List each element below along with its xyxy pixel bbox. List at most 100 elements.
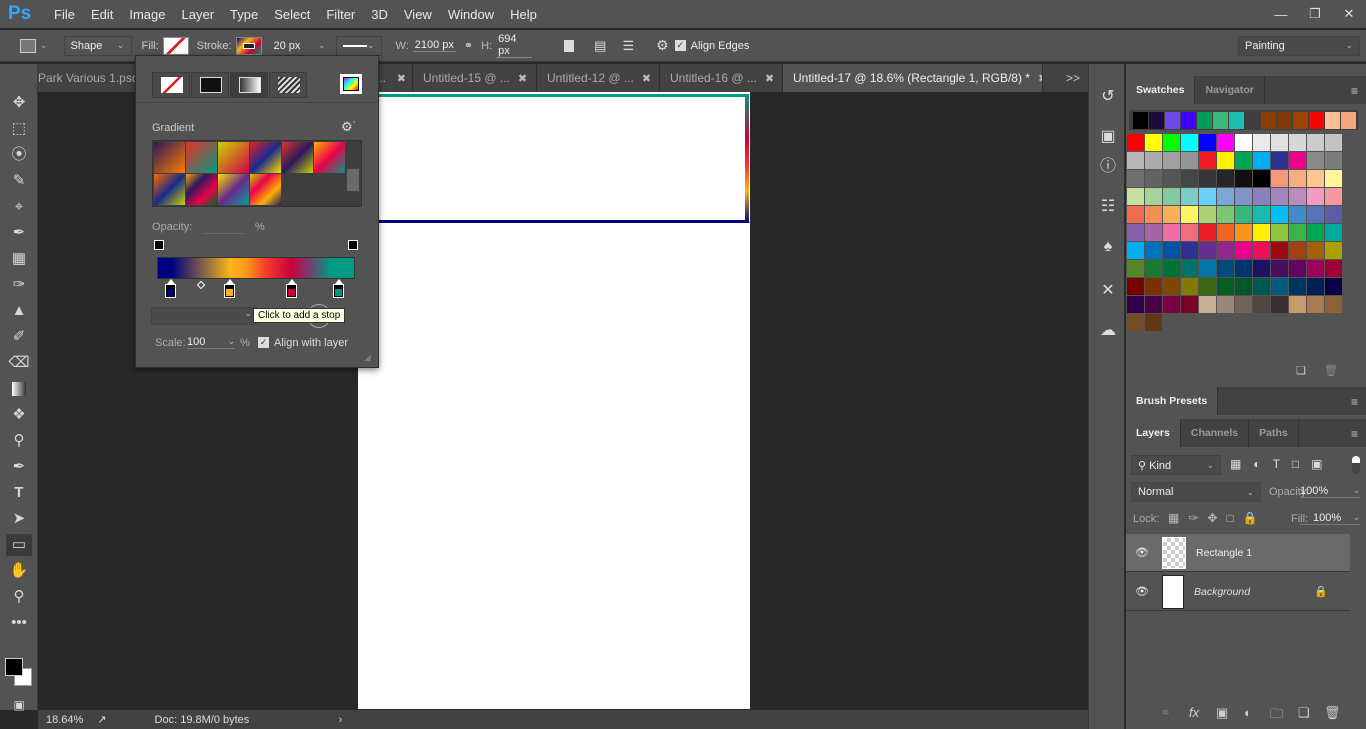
swatch[interactable] [1289, 296, 1306, 313]
swatch[interactable] [1163, 296, 1180, 313]
delete-layer-icon[interactable]: 🗑 [1324, 705, 1341, 721]
swatch[interactable] [1163, 170, 1180, 187]
close-icon[interactable]: ✖ [397, 72, 406, 85]
gradient-name-dropdown[interactable]: ⌄ [151, 307, 257, 325]
tab-untitled-12[interactable]: Untitled-12 @ ... ✖ [537, 64, 660, 92]
tabs-overflow-button[interactable]: >> [1066, 64, 1088, 92]
recent-swatch[interactable] [1293, 112, 1308, 129]
layer-opacity-input[interactable]: 100% ⌄ [1300, 485, 1360, 498]
tab-untitled-16[interactable]: Untitled-16 @ ... ✖ [660, 64, 783, 92]
width-input[interactable]: 2100 px [412, 39, 456, 52]
healing-brush-tool-icon[interactable]: ▦ [6, 248, 32, 270]
swatch[interactable] [1271, 242, 1288, 259]
recent-swatch[interactable] [1149, 112, 1164, 129]
zoom-level[interactable]: 18.64% [46, 714, 83, 726]
gradient-preset[interactable] [218, 142, 249, 173]
panel-menu-icon[interactable]: ≡ [1351, 84, 1358, 98]
recent-swatch[interactable] [1213, 112, 1228, 129]
swatch[interactable] [1127, 188, 1144, 205]
tab-channels[interactable]: Channels [1181, 419, 1250, 447]
swatch[interactable] [1127, 170, 1144, 187]
swatch[interactable] [1289, 206, 1306, 223]
swatch[interactable] [1163, 224, 1180, 241]
tab-untitled-15[interactable]: Untitled-15 @ ... ✖ [413, 64, 537, 92]
path-arrangement-icon[interactable]: ☰ [622, 38, 634, 54]
opacity-stop-right[interactable] [348, 240, 358, 250]
swatch[interactable] [1325, 206, 1342, 223]
swatch[interactable] [1253, 260, 1270, 277]
swatch[interactable] [1145, 152, 1162, 169]
swatch[interactable] [1217, 260, 1234, 277]
swatch[interactable] [1325, 278, 1342, 295]
tab-untitled-17[interactable]: Untitled-17 @ 18.6% (Rectangle 1, RGB/8)… [783, 64, 1043, 92]
layer-fill-input[interactable]: 100% ⌄ [1300, 512, 1360, 525]
swatch[interactable] [1289, 188, 1306, 205]
swatch[interactable] [1127, 278, 1144, 295]
stroke-swatch[interactable] [235, 36, 262, 55]
swatch[interactable] [1235, 242, 1252, 259]
layer-background[interactable]: 👁 Background 🔒 [1126, 573, 1350, 611]
recent-swatch[interactable] [1181, 112, 1196, 129]
adjustment-layer-icon[interactable]: ◐ [1244, 705, 1252, 720]
swatch[interactable] [1163, 152, 1180, 169]
close-icon[interactable]: ✖ [765, 72, 774, 85]
swatch[interactable] [1271, 134, 1288, 151]
swatch[interactable] [1163, 206, 1180, 223]
more-tools-icon[interactable]: ••• [6, 612, 32, 634]
swatch[interactable] [1253, 134, 1270, 151]
layer-rectangle-1[interactable]: 👁 Rectangle 1 [1126, 534, 1350, 572]
close-icon[interactable]: ✕ [1332, 6, 1366, 22]
swatch[interactable] [1325, 224, 1342, 241]
swatch[interactable] [1145, 242, 1162, 259]
swatch[interactable] [1199, 260, 1216, 277]
new-swatch-icon[interactable]: ❏ [1296, 364, 1306, 377]
swatch[interactable] [1307, 170, 1324, 187]
blend-mode-dropdown[interactable]: Normal ⌄ [1131, 482, 1261, 502]
opacity-input[interactable] [202, 220, 244, 234]
swatch[interactable] [1307, 242, 1324, 259]
swatch[interactable] [1235, 224, 1252, 241]
tool-preset-picker[interactable]: ⌄ [20, 38, 48, 53]
swatch[interactable] [1289, 134, 1306, 151]
menu-view[interactable]: View [396, 7, 440, 22]
swatch[interactable] [1217, 278, 1234, 295]
new-group-icon[interactable]: 🗀 [1270, 705, 1283, 727]
swatch[interactable] [1145, 260, 1162, 277]
path-alignment-icon[interactable]: ▤ [594, 38, 606, 54]
swatch[interactable] [1127, 224, 1144, 241]
swatch[interactable] [1271, 278, 1288, 295]
rectangle-shape[interactable] [358, 94, 750, 223]
swatch[interactable] [1163, 260, 1180, 277]
restore-icon[interactable]: ❐ [1298, 6, 1332, 22]
swatch[interactable] [1181, 296, 1198, 313]
recent-swatch[interactable] [1309, 112, 1324, 129]
swatch[interactable] [1253, 170, 1270, 187]
swatch[interactable] [1145, 170, 1162, 187]
stroke-type-dropdown[interactable]: ⌄ [335, 35, 382, 56]
recent-swatch[interactable] [1325, 112, 1340, 129]
swatch[interactable] [1307, 260, 1324, 277]
history-icon[interactable]: ↺ [1097, 86, 1119, 108]
recent-swatch[interactable] [1229, 112, 1244, 129]
swatch[interactable] [1271, 170, 1288, 187]
clone-source-icon[interactable]: ♠ [1097, 236, 1119, 258]
swatch[interactable] [1289, 170, 1306, 187]
brush-tool-icon[interactable]: ✑ [6, 274, 32, 296]
align-with-layer-checkbox[interactable]: ✓ [258, 337, 269, 348]
gradient-settings-gear-icon[interactable]: ⚙˙ [341, 119, 357, 135]
swatch[interactable] [1145, 314, 1162, 331]
swatch[interactable] [1181, 152, 1198, 169]
filter-toggle[interactable] [1352, 456, 1360, 474]
swatch[interactable] [1199, 152, 1216, 169]
hand-tool-icon[interactable]: ✋ [6, 560, 32, 582]
swatch[interactable] [1163, 134, 1180, 151]
swatch[interactable] [1127, 152, 1144, 169]
gradient-tool-icon[interactable] [6, 378, 32, 400]
swatch[interactable] [1217, 296, 1234, 313]
swatch[interactable] [1199, 242, 1216, 259]
swatch[interactable] [1271, 188, 1288, 205]
menu-file[interactable]: File [46, 7, 83, 22]
swatch[interactable] [1181, 188, 1198, 205]
swatch[interactable] [1253, 152, 1270, 169]
lock-icons[interactable]: ▦✑✥□🔒 [1168, 511, 1267, 525]
